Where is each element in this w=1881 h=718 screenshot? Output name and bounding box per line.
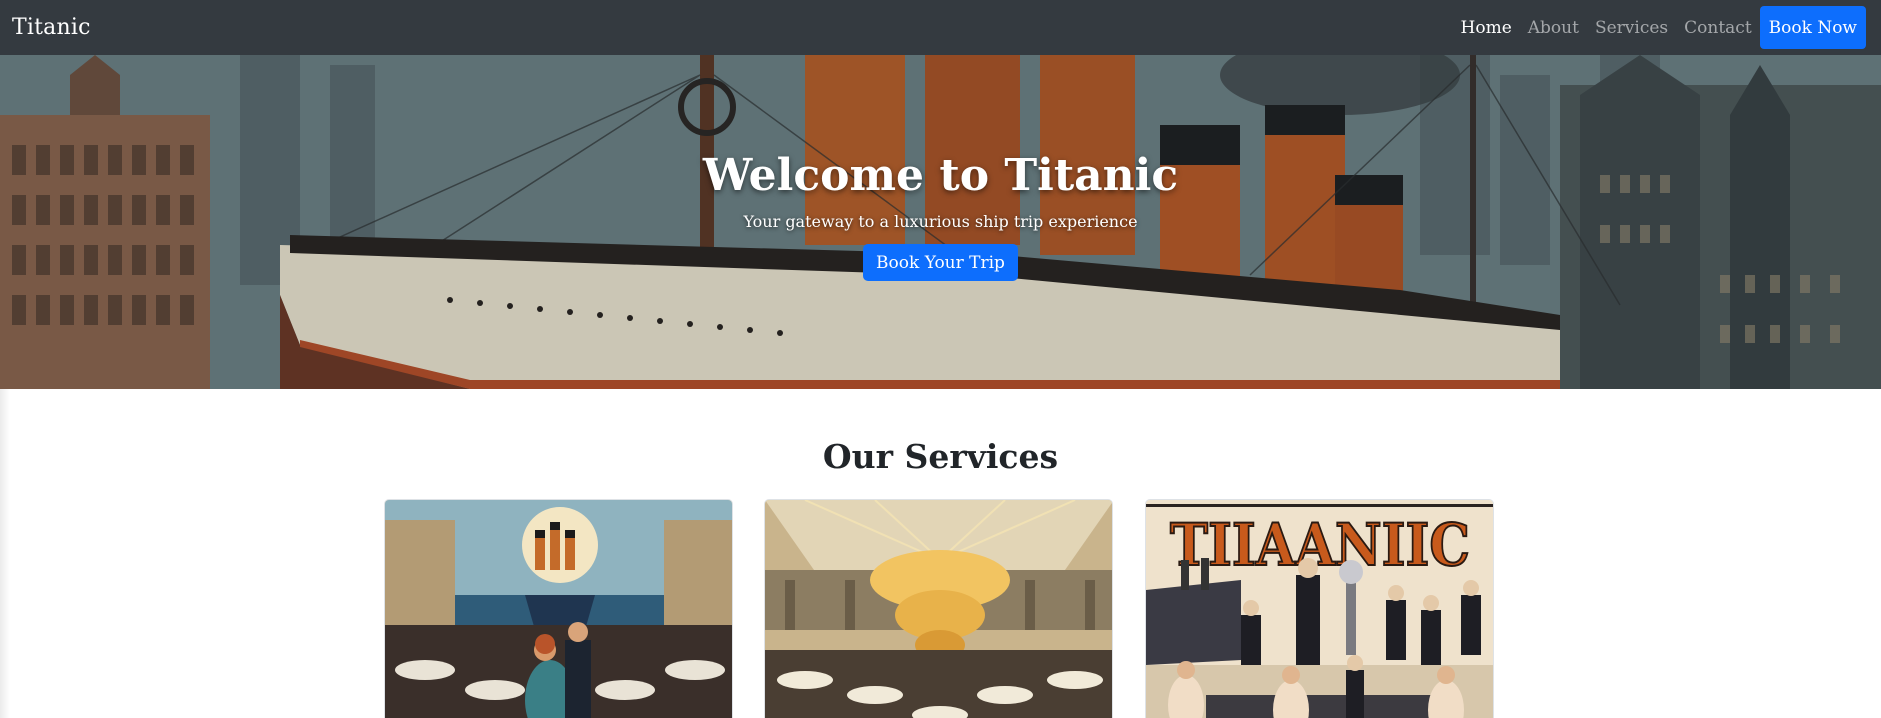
- nav-link-contact[interactable]: Contact: [1676, 18, 1760, 38]
- service-card-entertainment[interactable]: TIIAANIIC: [1145, 499, 1494, 718]
- hero-banner: Welcome to Titanic Your gateway to a lux…: [0, 55, 1881, 389]
- nav-link-about[interactable]: About: [1520, 18, 1587, 38]
- chandelier-dining-image: [765, 500, 1112, 718]
- brand-logo[interactable]: Titanic: [12, 15, 91, 40]
- hero-title: Welcome to Titanic: [702, 150, 1179, 201]
- page-edge-shadow: [0, 389, 10, 718]
- top-navbar: Titanic Home About Services Contact Book…: [0, 0, 1881, 55]
- nav-links: Home About Services Contact Book Now: [1453, 0, 1866, 55]
- services-section: Our Services TIIAANIIC: [0, 389, 1881, 718]
- nav-link-services[interactable]: Services: [1587, 18, 1676, 38]
- ballroom-dance-image: [385, 500, 732, 718]
- nav-link-home[interactable]: Home: [1453, 18, 1520, 38]
- book-now-button[interactable]: Book Now: [1759, 6, 1866, 49]
- service-card-ballroom[interactable]: [384, 499, 733, 718]
- hero-subtitle: Your gateway to a luxurious ship trip ex…: [743, 212, 1138, 231]
- services-title: Our Services: [822, 437, 1059, 476]
- poster-title-text: TIIAANIIC: [1170, 511, 1470, 579]
- book-your-trip-button[interactable]: Book Your Trip: [863, 244, 1018, 281]
- hero-content: Welcome to Titanic Your gateway to a lux…: [0, 55, 1881, 389]
- titanic-poster-image: TIIAANIIC: [1146, 500, 1493, 718]
- service-card-dining[interactable]: [764, 499, 1113, 718]
